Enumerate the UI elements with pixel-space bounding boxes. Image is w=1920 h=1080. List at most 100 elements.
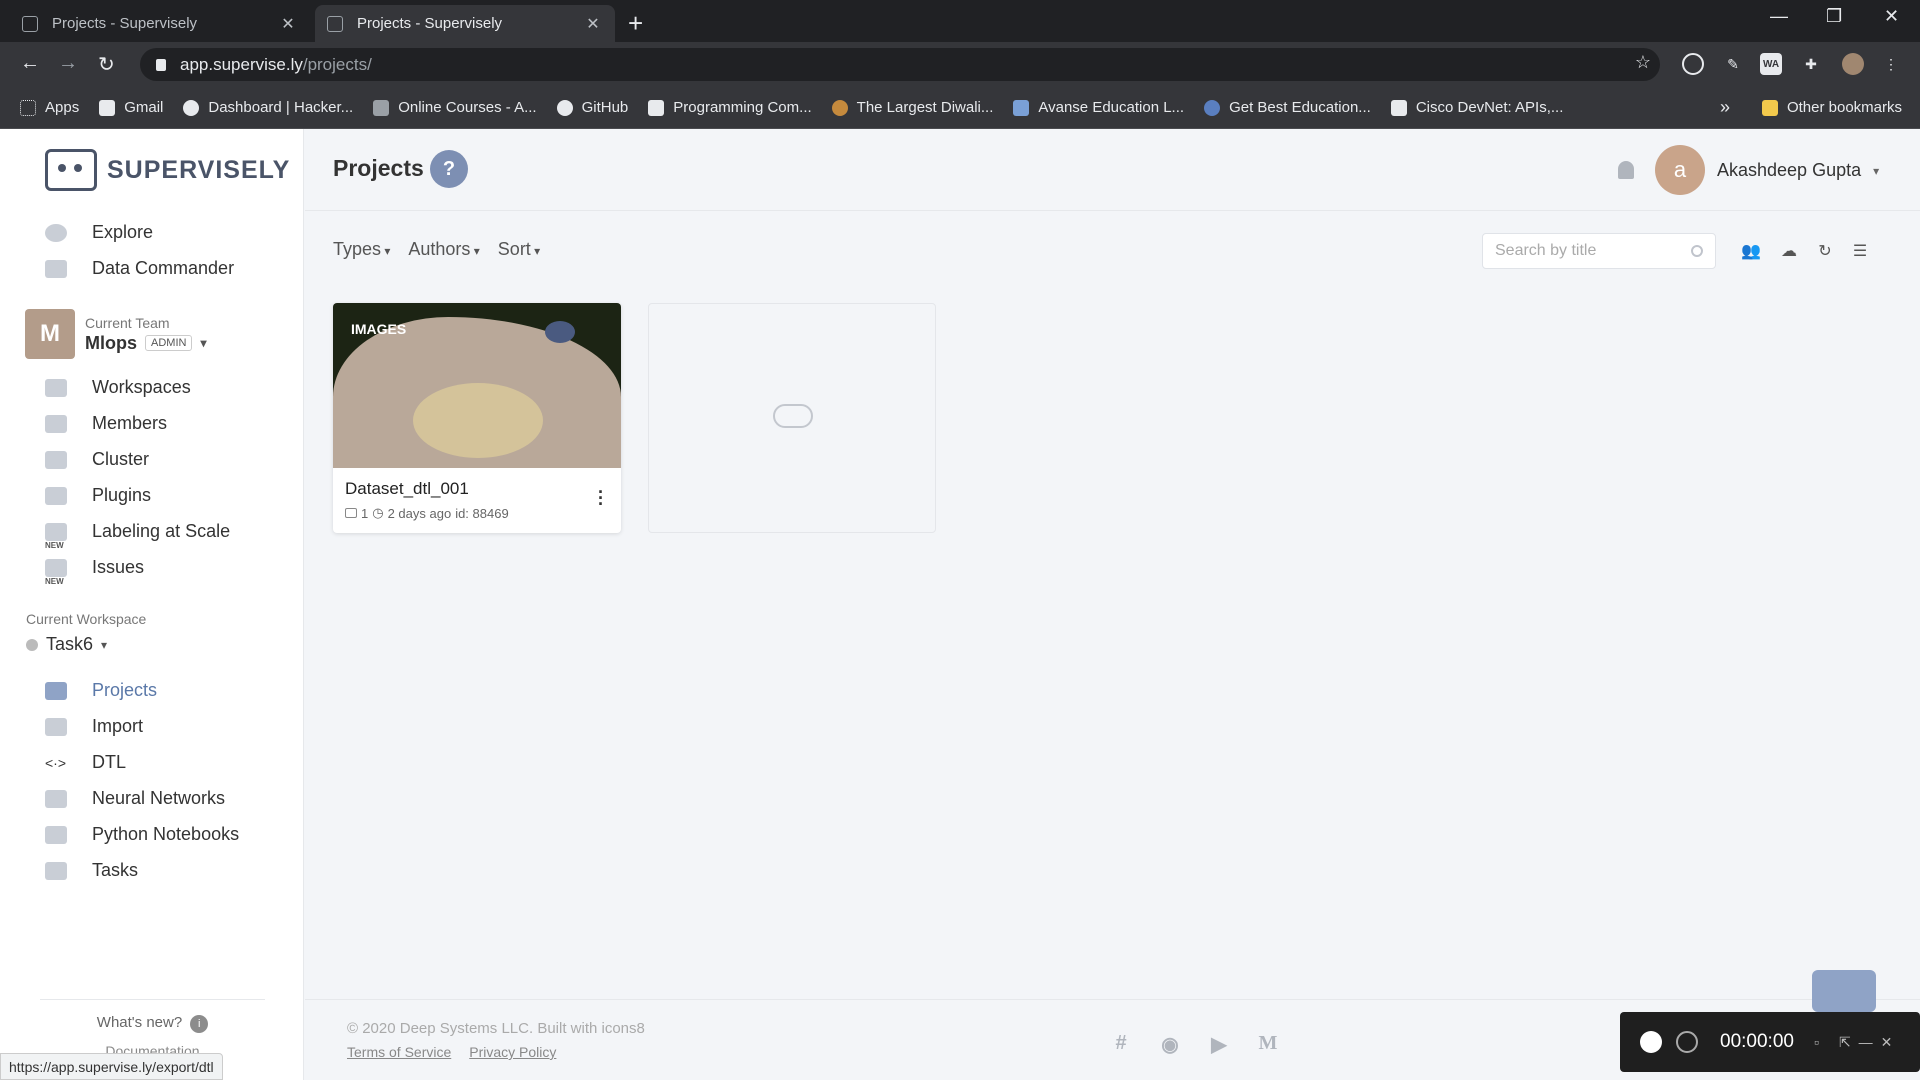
bookmark-courses[interactable]: Online Courses - A...	[373, 99, 537, 116]
search-icon	[1691, 245, 1703, 257]
whats-new-link[interactable]: What's new? i	[40, 999, 265, 1033]
sidebar-item-explore[interactable]: Explore	[45, 222, 153, 243]
flag-icon: NEW	[45, 558, 67, 586]
bookmark-label: Programming Com...	[673, 99, 812, 116]
globe-icon	[45, 223, 67, 242]
sidebar-item-dtl[interactable]: <·> DTL	[45, 752, 126, 773]
bookmark-github[interactable]: GitHub	[556, 99, 628, 116]
authors-filter-dropdown[interactable]: Authors	[408, 239, 479, 260]
supervisely-favicon-icon	[327, 15, 343, 32]
refresh-icon[interactable]: ↻	[1815, 241, 1835, 260]
team-name: Mlops	[85, 332, 137, 353]
profile-avatar-icon[interactable]	[1842, 53, 1864, 75]
minimize-icon[interactable]: —	[1770, 6, 1788, 27]
project-card[interactable]: IMAGES Dataset_dtl_001 1 ◷ 2 days ago id…	[333, 303, 621, 533]
window-close-icon[interactable]: ✕	[1884, 6, 1899, 27]
workspace-selector[interactable]: Task6 ▾	[26, 634, 107, 655]
search-input[interactable]: Search by title	[1482, 233, 1716, 269]
team-share-icon[interactable]: 👥	[1741, 241, 1761, 260]
notification-bell-icon[interactable]	[1618, 161, 1634, 179]
more-bookmarks-icon[interactable]: »	[1720, 97, 1730, 118]
bookmark-label: Gmail	[124, 99, 164, 116]
extension-wa-icon[interactable]: WA	[1760, 53, 1782, 75]
cloud-upload-icon[interactable]: ☁	[1779, 241, 1799, 260]
bookmark-label: Dashboard | Hacker...	[208, 99, 354, 116]
import-project-card[interactable]	[648, 303, 936, 533]
sidebar-item-python-notebooks[interactable]: Python Notebooks	[45, 824, 239, 845]
code-icon: <·>	[45, 754, 67, 771]
recorder-time: 00:00:00	[1720, 1031, 1794, 1052]
cloud-upload-icon	[773, 404, 813, 428]
recorder-pause-icon[interactable]: ▫	[1814, 1034, 1819, 1050]
extension-pin-icon[interactable]: ✎	[1722, 53, 1744, 75]
forward-icon[interactable]: →	[58, 52, 78, 75]
more-options-icon[interactable]: · · ·	[591, 483, 611, 513]
browser-tab[interactable]: Projects - Supervisely ✕	[10, 5, 310, 42]
sidebar-item-projects[interactable]: Projects	[45, 680, 157, 701]
list-view-icon[interactable]: ☰	[1850, 241, 1870, 260]
bookmark-label: Avanse Education L...	[1038, 99, 1185, 116]
play-icon[interactable]	[1676, 1031, 1698, 1053]
help-icon[interactable]: ?	[430, 150, 468, 188]
github-icon[interactable]: ◉	[1157, 1032, 1183, 1056]
sidebar-item-tasks[interactable]: Tasks	[45, 860, 138, 881]
bookmark-star-icon[interactable]: ☆	[1632, 51, 1654, 73]
link-status-bar: https://app.supervise.ly/export/dtl	[0, 1053, 223, 1080]
user-menu[interactable]: Akashdeep Gupta ▾	[1717, 160, 1879, 181]
sidebar-item-labeling-at-scale[interactable]: NEW Labeling at Scale	[45, 521, 230, 550]
privacy-link[interactable]: Privacy Policy	[469, 1044, 556, 1060]
lock-icon	[156, 58, 166, 71]
browser-menu-icon[interactable]: ⋮	[1880, 53, 1902, 75]
browser-tab-active[interactable]: Projects - Supervisely ✕	[315, 5, 615, 42]
sidebar-item-import[interactable]: Import	[45, 716, 143, 737]
bookmark-apps[interactable]: Apps	[20, 99, 79, 116]
sidebar-item-issues[interactable]: NEW Issues	[45, 557, 144, 586]
sidebar-item-neural-networks[interactable]: Neural Networks	[45, 788, 225, 809]
youtube-icon[interactable]: ▶	[1206, 1032, 1232, 1056]
bookmark-education[interactable]: Get Best Education...	[1204, 99, 1371, 116]
sort-dropdown[interactable]: Sort	[498, 239, 540, 260]
reload-icon[interactable]: ↻	[98, 52, 115, 77]
bookmark-cisco[interactable]: Cisco DevNet: APIs,...	[1390, 99, 1563, 116]
close-icon[interactable]: ✕	[1881, 1034, 1893, 1051]
close-tab-icon[interactable]: ✕	[583, 14, 603, 34]
sidebar-item-label: Plugins	[92, 485, 152, 505]
user-avatar[interactable]: a	[1655, 145, 1705, 195]
bookmark-diwali[interactable]: The Largest Diwali...	[831, 99, 993, 116]
types-filter-dropdown[interactable]: Types	[333, 239, 390, 260]
bookmark-hacker[interactable]: Dashboard | Hacker...	[183, 99, 353, 116]
sidebar-item-label: Explore	[92, 222, 154, 242]
stop-record-icon[interactable]	[1640, 1031, 1662, 1053]
new-tab-icon[interactable]: +	[628, 8, 643, 39]
slack-icon[interactable]: #	[1108, 1032, 1134, 1054]
bookmark-gmail[interactable]: Gmail	[99, 99, 163, 116]
close-tab-icon[interactable]: ✕	[278, 14, 298, 34]
sidebar-item-members[interactable]: Members	[45, 413, 167, 434]
sidebar-item-cluster[interactable]: Cluster	[45, 449, 149, 470]
other-bookmarks[interactable]: Other bookmarks	[1761, 99, 1902, 116]
bookmark-avanse[interactable]: Avanse Education L...	[1013, 99, 1184, 116]
bookmark-programming[interactable]: Programming Com...	[648, 99, 812, 116]
extensions-puzzle-icon[interactable]: ✚	[1800, 53, 1822, 75]
sidebar-item-workspaces[interactable]: Workspaces	[45, 377, 191, 398]
supervisely-logo[interactable]: SUPERVISELY	[45, 149, 290, 191]
popout-icon[interactable]: ⇱	[1839, 1034, 1851, 1051]
sidebar-item-label: Tasks	[92, 860, 139, 880]
browser-toolbar: ← → ↻ app.supervise.ly /projects/ ☆ ✎ WA…	[0, 42, 1920, 87]
current-team-selector[interactable]: M Current Team Mlops ADMIN ▾	[25, 309, 206, 359]
minimize-icon[interactable]: —	[1859, 1034, 1873, 1050]
extension-grammarly-icon[interactable]	[1682, 53, 1704, 75]
medium-icon[interactable]: M	[1255, 1032, 1281, 1054]
terms-link[interactable]: Terms of Service	[347, 1044, 451, 1060]
project-name[interactable]: Dataset_dtl_001	[345, 479, 469, 499]
chat-widget-button[interactable]	[1812, 970, 1876, 1012]
chevron-down-icon: ▾	[1873, 163, 1880, 178]
restore-icon[interactable]: ❐	[1826, 6, 1842, 27]
page-header: Projects ? a Akashdeep Gupta ▾	[305, 129, 1920, 211]
sidebar-item-data-commander[interactable]: Data Commander	[45, 258, 234, 279]
sidebar-item-plugins[interactable]: Plugins	[45, 485, 151, 506]
chevron-down-icon[interactable]: ▾	[200, 336, 206, 350]
back-icon[interactable]: ←	[20, 52, 40, 75]
project-thumbnail[interactable]: IMAGES	[333, 303, 621, 468]
address-bar[interactable]: app.supervise.ly /projects/	[140, 48, 1660, 81]
